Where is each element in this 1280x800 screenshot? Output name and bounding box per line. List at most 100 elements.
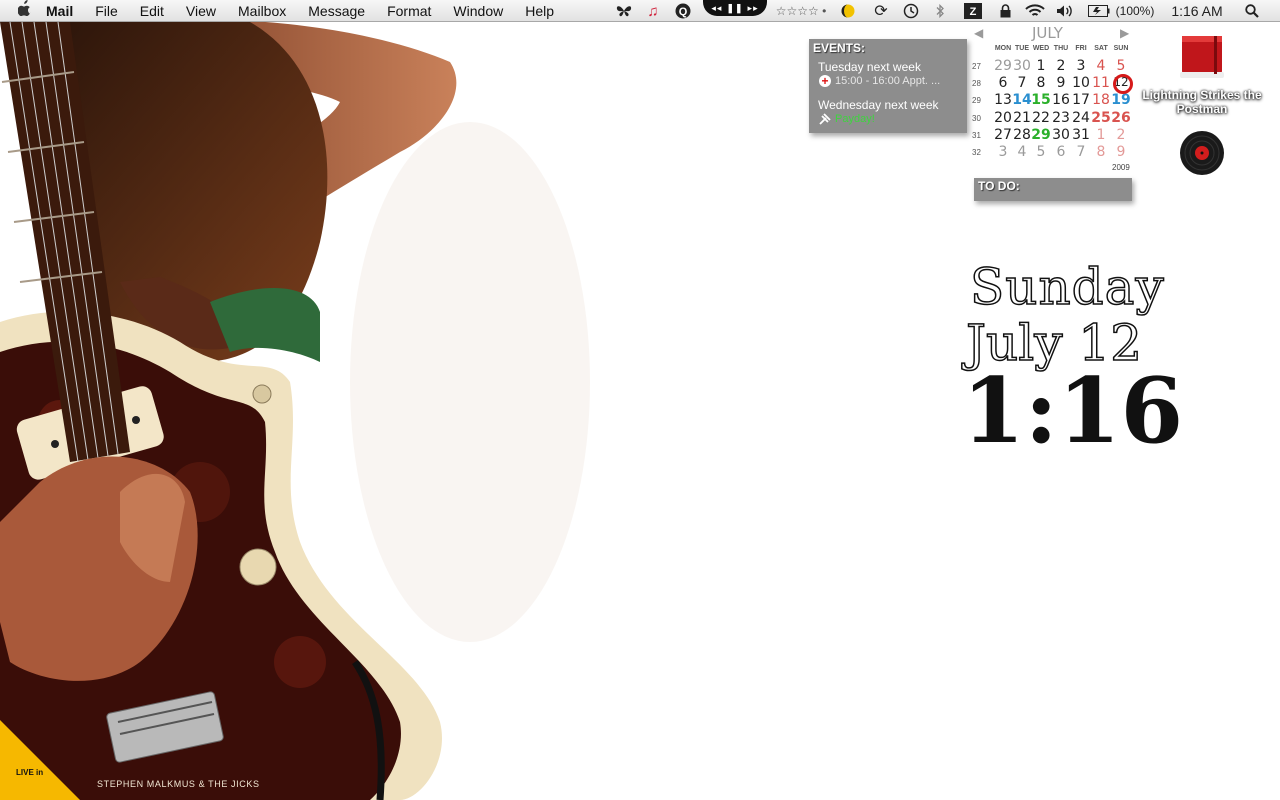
media-controls[interactable]: ◂◂ ❚❚ ▸▸ xyxy=(703,0,767,16)
calendar-day[interactable]: 26 xyxy=(1111,110,1131,126)
calendar-week-number: 29 xyxy=(972,96,981,105)
calendar-day[interactable]: 9 xyxy=(1111,144,1131,160)
event-when: Wednesday next week xyxy=(818,98,939,112)
calendar-day[interactable]: 29 xyxy=(993,58,1013,74)
calendar-day[interactable]: 2 xyxy=(1111,127,1131,143)
menu-message[interactable]: Message xyxy=(297,0,376,22)
menu-format[interactable]: Format xyxy=(376,0,442,22)
notebook-app-icon[interactable] xyxy=(1178,34,1226,85)
calendar-day[interactable]: 22 xyxy=(1031,110,1051,126)
lock-icon[interactable] xyxy=(997,0,1013,22)
calendar-day[interactable]: 21 xyxy=(1012,110,1032,126)
todo-title: TO DO: xyxy=(978,179,1020,193)
calendar-weekday-label: FRI xyxy=(1075,45,1087,52)
todo-widget[interactable]: TO DO: xyxy=(974,178,1132,201)
event-item[interactable]: Payday! xyxy=(819,113,875,125)
events-title: EVENTS: xyxy=(813,41,866,55)
calendar-day[interactable]: 2 xyxy=(1051,58,1071,74)
butterfly-icon[interactable] xyxy=(614,0,634,22)
time-machine-icon[interactable] xyxy=(902,0,920,22)
music-note-icon[interactable]: ♫ xyxy=(644,0,662,22)
calendar-day[interactable]: 6 xyxy=(1051,144,1071,160)
calendar-widget: ◀ JULY ▶ MON TUE WED THU FRI SAT SUN 27 29 30 1 2 3… xyxy=(970,22,1140,182)
calendar-day[interactable]: 4 xyxy=(1091,58,1111,74)
calendar-day[interactable]: 11 xyxy=(1091,75,1111,91)
vinyl-record-icon[interactable] xyxy=(1179,130,1225,181)
calendar-day[interactable]: 30 xyxy=(1051,127,1071,143)
calendar-weekday-label: THU xyxy=(1053,45,1069,52)
menu-mailbox[interactable]: Mailbox xyxy=(227,0,297,22)
pause-icon[interactable]: ❚❚ xyxy=(726,3,743,14)
calendar-day[interactable]: 8 xyxy=(1091,144,1111,160)
calendar-week-number: 30 xyxy=(972,114,981,123)
calendar-day[interactable]: 31 xyxy=(1071,127,1091,143)
calendar-day[interactable]: 23 xyxy=(1051,110,1071,126)
battery-percent: (100%) xyxy=(1115,4,1155,18)
calendar-day[interactable]: 28 xyxy=(1012,127,1032,143)
poster-text: LIVE in xyxy=(16,768,44,777)
big-day-name: Sunday xyxy=(969,257,1165,317)
calendar-day[interactable]: 9 xyxy=(1051,75,1071,91)
calendar-weekday-label: SAT xyxy=(1094,45,1108,52)
menu-window[interactable]: Window xyxy=(442,0,514,22)
volume-icon[interactable] xyxy=(1055,0,1075,22)
events-widget[interactable]: EVENTS: Tuesday next week + 15:00 - 16:0… xyxy=(809,39,967,133)
calendar-day[interactable]: 14 xyxy=(1012,92,1032,108)
calendar-day[interactable]: 6 xyxy=(993,75,1013,91)
calendar-day[interactable]: 7 xyxy=(1071,144,1091,160)
itunes-file-label[interactable]: Lightning Strikes the Postman xyxy=(1133,88,1271,116)
quicksilver-icon[interactable]: Q xyxy=(674,0,692,22)
calendar-day[interactable]: 27 xyxy=(993,127,1013,143)
calendar-day[interactable]: 13 xyxy=(993,92,1013,108)
calendar-day[interactable]: 17 xyxy=(1071,92,1091,108)
previous-track-icon[interactable]: ◂◂ xyxy=(711,3,722,14)
calendar-day[interactable]: 29 xyxy=(1031,127,1051,143)
calendar-day[interactable]: 30 xyxy=(1012,58,1032,74)
bluetooth-icon[interactable] xyxy=(932,0,948,22)
tools-icon xyxy=(819,113,831,125)
calendar-day[interactable]: 15 xyxy=(1031,92,1051,108)
sync-icon[interactable]: ⟳ xyxy=(872,0,890,22)
calendar-day[interactable]: 1 xyxy=(1031,58,1051,74)
calendar-week-number: 32 xyxy=(972,148,981,157)
calendar-day[interactable]: 20 xyxy=(993,110,1013,126)
calendar-day[interactable]: 5 xyxy=(1031,144,1051,160)
menubar-clock[interactable]: 1:16 AM xyxy=(1164,0,1230,22)
calendar-day[interactable]: 24 xyxy=(1071,110,1091,126)
svg-text:Z: Z xyxy=(970,6,977,18)
calendar-day[interactable]: 5 xyxy=(1111,58,1131,74)
calendar-day[interactable]: 10 xyxy=(1071,75,1091,91)
event-item[interactable]: + 15:00 - 16:00 Appt. ... xyxy=(819,75,940,87)
red-cross-icon: + xyxy=(819,75,831,87)
menu-view[interactable]: View xyxy=(175,0,227,22)
battery-icon[interactable] xyxy=(1087,0,1111,22)
next-track-icon[interactable]: ▸▸ xyxy=(748,3,759,14)
calendar-day[interactable]: 7 xyxy=(1012,75,1032,91)
calendar-day[interactable]: 8 xyxy=(1031,75,1051,91)
calendar-day[interactable]: 3 xyxy=(1071,58,1091,74)
previous-month-icon[interactable]: ◀ xyxy=(974,26,983,40)
svg-text:Q: Q xyxy=(679,6,688,18)
moon-phase-icon[interactable] xyxy=(840,0,856,22)
calendar-day[interactable]: 3 xyxy=(993,144,1013,160)
calendar-day[interactable]: 19 xyxy=(1111,92,1131,108)
menu-bar: Mail File Edit View Mailbox Message Form… xyxy=(0,0,1280,22)
calendar-weekday-label: MON xyxy=(994,45,1012,52)
calendar-day[interactable]: 18 xyxy=(1091,92,1111,108)
menu-app-mail[interactable]: Mail xyxy=(42,0,84,22)
apple-menu-icon[interactable] xyxy=(8,0,42,21)
rating-stars[interactable]: ☆☆☆☆ • xyxy=(770,0,832,22)
wifi-icon[interactable] xyxy=(1024,0,1046,22)
menu-file[interactable]: File xyxy=(84,0,129,22)
menu-help[interactable]: Help xyxy=(514,0,565,22)
calendar-year: 2009 xyxy=(1112,163,1130,172)
menu-edit[interactable]: Edit xyxy=(129,0,175,22)
spotlight-search-icon[interactable] xyxy=(1243,0,1261,22)
app-switcher-icon[interactable]: Z xyxy=(963,0,983,22)
calendar-day[interactable]: 4 xyxy=(1012,144,1032,160)
calendar-week-number: 31 xyxy=(972,131,981,140)
calendar-day[interactable]: 25 xyxy=(1091,110,1111,126)
calendar-day[interactable]: 16 xyxy=(1051,92,1071,108)
calendar-day[interactable]: 1 xyxy=(1091,127,1111,143)
next-month-icon[interactable]: ▶ xyxy=(1120,26,1129,40)
